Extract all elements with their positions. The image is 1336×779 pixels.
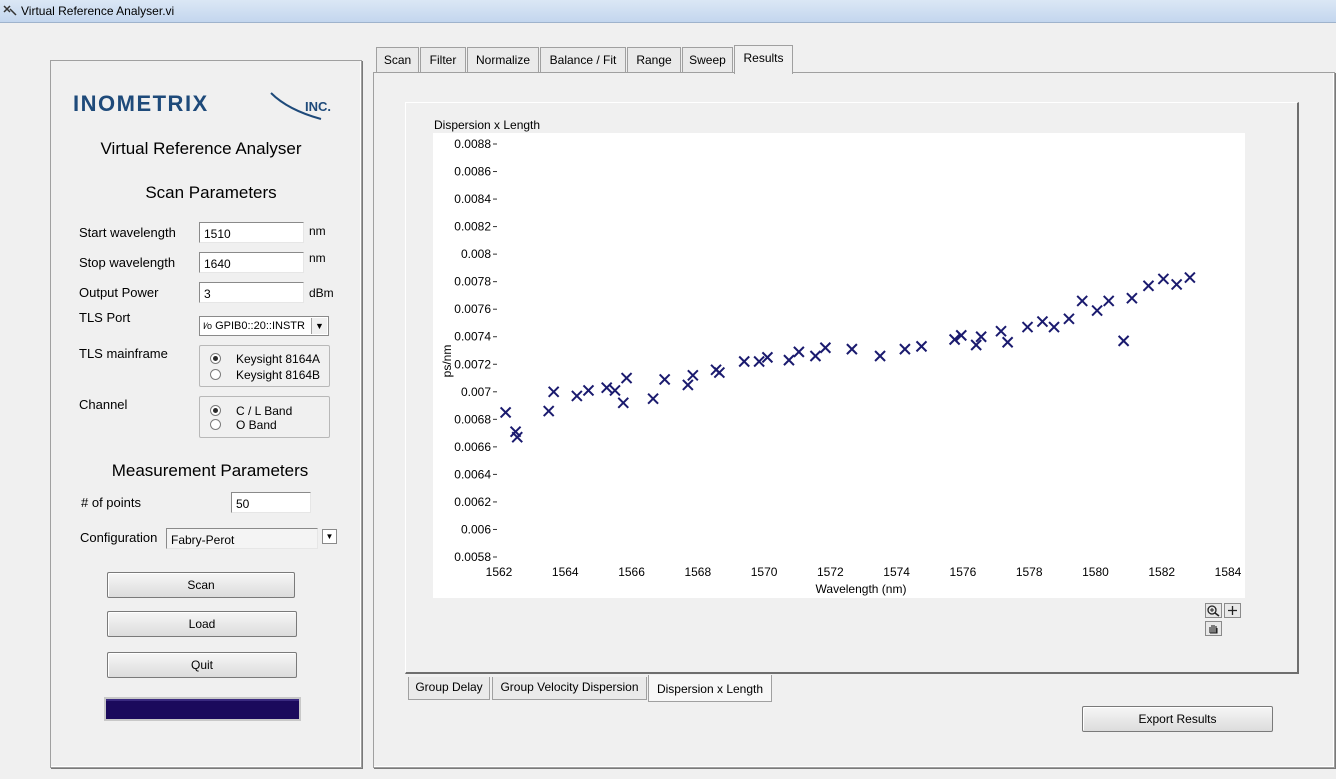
y-tick-label: 0.0058 <box>454 550 491 564</box>
y-tick-label: 0.0066 <box>454 440 491 454</box>
app-title: Virtual Reference Analyser <box>100 139 302 158</box>
chevron-down-icon: ▼ <box>325 532 334 541</box>
configuration-field[interactable]: Fabry-Perot <box>166 528 318 549</box>
radio-label: Keysight 8164B <box>236 368 321 382</box>
x-tick-label: 1576 <box>950 565 977 579</box>
tab-group-delay[interactable]: Group Delay <box>408 677 490 700</box>
output-power-label: Output Power <box>79 285 159 300</box>
y-tick-label: 0.0076 <box>454 302 491 316</box>
configuration-dropdown-button[interactable]: ▼ <box>322 529 337 544</box>
tab-normalize[interactable]: Normalize <box>467 47 539 72</box>
x-tick-label: 1578 <box>1016 565 1043 579</box>
y-tick-label: 0.0078 <box>454 275 491 289</box>
measurement-parameters-heading: Measurement Parameters <box>111 461 309 480</box>
svg-text:INOMETRIX: INOMETRIX <box>73 91 209 116</box>
y-tick-label: 0.0086 <box>454 165 491 179</box>
radio-label: O Band <box>236 418 277 432</box>
tab-range[interactable]: Range <box>627 47 681 72</box>
tab-sweep[interactable]: Sweep <box>682 47 733 72</box>
y-tick-label: 0.0074 <box>454 330 491 344</box>
radio-button[interactable] <box>210 419 221 430</box>
tls-port-value: GPIB0::20::INSTR <box>215 320 305 332</box>
radio-label: Keysight 8164A <box>236 352 321 366</box>
labview-app-icon <box>3 5 17 16</box>
x-tick-label: 1584 <box>1215 565 1242 579</box>
configuration-label: Configuration <box>80 530 158 545</box>
quit-button[interactable]: Quit <box>107 652 297 678</box>
channel-radio-group: C / L Band O Band <box>199 396 330 438</box>
start-wavelength-unit: nm <box>309 224 326 238</box>
tab-scan[interactable]: Scan <box>376 47 419 72</box>
tls-port-label: TLS Port <box>79 310 131 325</box>
y-tick-label: 0.0088 <box>454 137 491 151</box>
cursor-crosshair-icon[interactable] <box>1224 603 1241 618</box>
x-tick-label: 1570 <box>751 565 778 579</box>
scan-button[interactable]: Scan <box>107 572 295 598</box>
stop-wavelength-field[interactable]: 1640 <box>199 252 304 273</box>
radio-label: C / L Band <box>236 404 293 418</box>
tls-mainframe-label: TLS mainframe <box>79 346 168 361</box>
y-tick-label: 0.007 <box>461 385 491 399</box>
tab-results[interactable]: Results <box>734 45 793 74</box>
x-tick-label: 1562 <box>486 565 513 579</box>
x-tick-label: 1574 <box>883 565 910 579</box>
y-tick-label: 0.0068 <box>454 412 491 426</box>
x-tick-label: 1582 <box>1148 565 1175 579</box>
graph-plot-label: Dispersion x Length <box>434 118 541 132</box>
radio-button-selected[interactable] <box>210 353 221 364</box>
y-axis-label: ps/nm <box>440 345 454 378</box>
y-tick-label: 0.0062 <box>454 495 491 509</box>
start-wavelength-label: Start wavelength <box>79 225 176 240</box>
tab-group-velocity-dispersion[interactable]: Group Velocity Dispersion <box>492 677 647 700</box>
stop-wavelength-label: Stop wavelength <box>79 255 176 270</box>
scan-parameters-heading: Scan Parameters <box>145 183 277 202</box>
y-tick-label: 0.0064 <box>454 467 491 481</box>
y-tick-label: 0.0084 <box>454 192 491 206</box>
radio-button-selected[interactable] <box>210 405 221 416</box>
tab-dispersion-x-length[interactable]: Dispersion x Length <box>648 675 772 702</box>
chevron-down-icon[interactable]: ▼ <box>311 318 327 334</box>
window-title: Virtual Reference Analyser.vi <box>21 4 175 18</box>
points-field[interactable]: 50 <box>231 492 311 513</box>
start-wavelength-field[interactable]: 1510 <box>199 222 304 243</box>
output-power-field[interactable]: 3 <box>199 282 304 303</box>
y-tick-label: 0.0082 <box>454 220 491 234</box>
inometrix-logo: INOMETRIX INC. <box>73 91 331 120</box>
tls-mainframe-radio-group: Keysight 8164A Keysight 8164B <box>199 345 330 387</box>
x-tick-label: 1572 <box>817 565 844 579</box>
output-power-unit: dBm <box>309 286 334 300</box>
tls-port-select[interactable]: I⁄o GPIB0::20::INSTR ▼ <box>199 316 329 336</box>
y-tick-label: 0.008 <box>461 247 491 261</box>
load-button[interactable]: Load <box>107 611 297 637</box>
x-axis-label: Wavelength (nm) <box>816 582 907 596</box>
graph-background <box>433 133 1245 598</box>
x-tick-label: 1564 <box>552 565 579 579</box>
points-label: # of points <box>81 495 141 510</box>
io-resource-icon: I⁄o <box>203 321 213 331</box>
y-tick-label: 0.0072 <box>454 357 491 371</box>
tab-balance-fit[interactable]: Balance / Fit <box>540 47 626 72</box>
pan-hand-icon[interactable] <box>1205 621 1222 636</box>
export-results-button[interactable]: Export Results <box>1082 706 1273 732</box>
radio-button[interactable] <box>210 369 221 380</box>
progress-bar <box>104 697 301 721</box>
stop-wavelength-unit: nm <box>309 251 326 265</box>
channel-label: Channel <box>79 397 128 412</box>
x-tick-label: 1566 <box>618 565 645 579</box>
control-panel: INOMETRIX INC. Virtual Reference Analyse… <box>50 60 362 768</box>
tab-filter[interactable]: Filter <box>420 47 466 72</box>
y-tick-label: 0.006 <box>461 522 491 536</box>
x-tick-label: 1580 <box>1082 565 1109 579</box>
dispersion-length-graph[interactable]: 0.0058 0.006 0.0062 0.0064 0.0066 0.0068 0.007… <box>433 133 1245 598</box>
svg-text:INC.: INC. <box>305 99 331 114</box>
x-tick-label: 1568 <box>684 565 711 579</box>
zoom-icon[interactable] <box>1205 603 1222 618</box>
window-titlebar: Virtual Reference Analyser.vi <box>0 0 1336 23</box>
